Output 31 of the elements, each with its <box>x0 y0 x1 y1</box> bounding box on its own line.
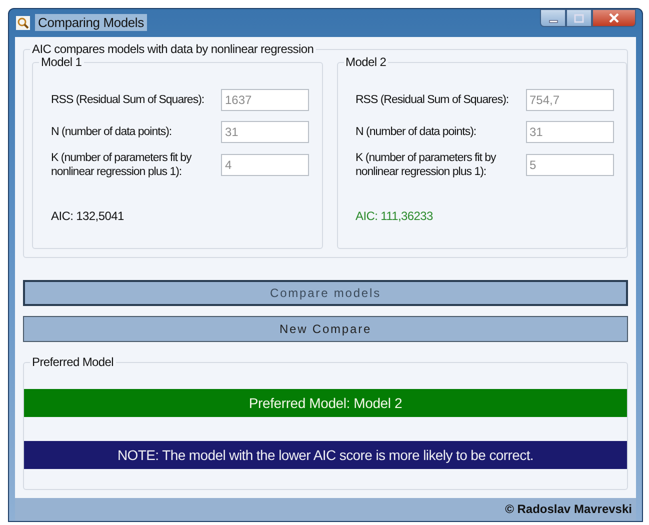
field-label: N (number of data points): <box>356 124 478 139</box>
field-label: N (number of data points): <box>51 124 173 139</box>
result-banner: Preferred Model: Model 2 <box>24 388 627 417</box>
close-icon <box>607 13 621 23</box>
field-label: RSS (Residual Sum of Squares): <box>356 92 510 107</box>
window-title: Comparing Models <box>35 14 147 32</box>
action-button[interactable]: New Compare <box>23 316 628 342</box>
note-banner: NOTE: The model with the lower AIC score is more likely to be correct. <box>24 440 627 469</box>
close-button[interactable] <box>592 9 636 27</box>
input-field[interactable]: 4 <box>221 154 309 176</box>
group-title: AIC compares models with data by nonlinear regression <box>30 42 316 56</box>
magnifier-icon <box>15 14 31 31</box>
minimize-icon <box>548 20 558 22</box>
group-title: Model 2 <box>344 54 388 69</box>
input-field[interactable]: 5 <box>526 154 614 176</box>
group-title: Model 1 <box>39 54 84 69</box>
minimize-button[interactable] <box>540 9 566 27</box>
input-field[interactable]: 31 <box>221 120 309 143</box>
input-field[interactable]: 754,7 <box>526 88 614 111</box>
aic-value: AIC: 132,5041 <box>51 208 124 223</box>
input-field[interactable]: 31 <box>526 120 614 143</box>
maximize-icon <box>572 13 586 23</box>
copyright-text: © Radoslav Mavrevski <box>505 502 632 516</box>
group-title: Preferred Model <box>30 354 116 369</box>
field-label: RSS (Residual Sum of Squares): <box>51 92 206 107</box>
aic-value: AIC: 111,36233 <box>356 208 433 223</box>
maximize-button[interactable] <box>566 9 592 27</box>
field-label: K (number of parameters fit by nonlinear regression plus 1): <box>356 150 497 179</box>
input-field[interactable]: 1637 <box>221 88 309 111</box>
field-label: K (number of parameters fit by nonlinear regression plus 1): <box>51 150 192 179</box>
action-button[interactable]: Compare models <box>23 280 628 306</box>
